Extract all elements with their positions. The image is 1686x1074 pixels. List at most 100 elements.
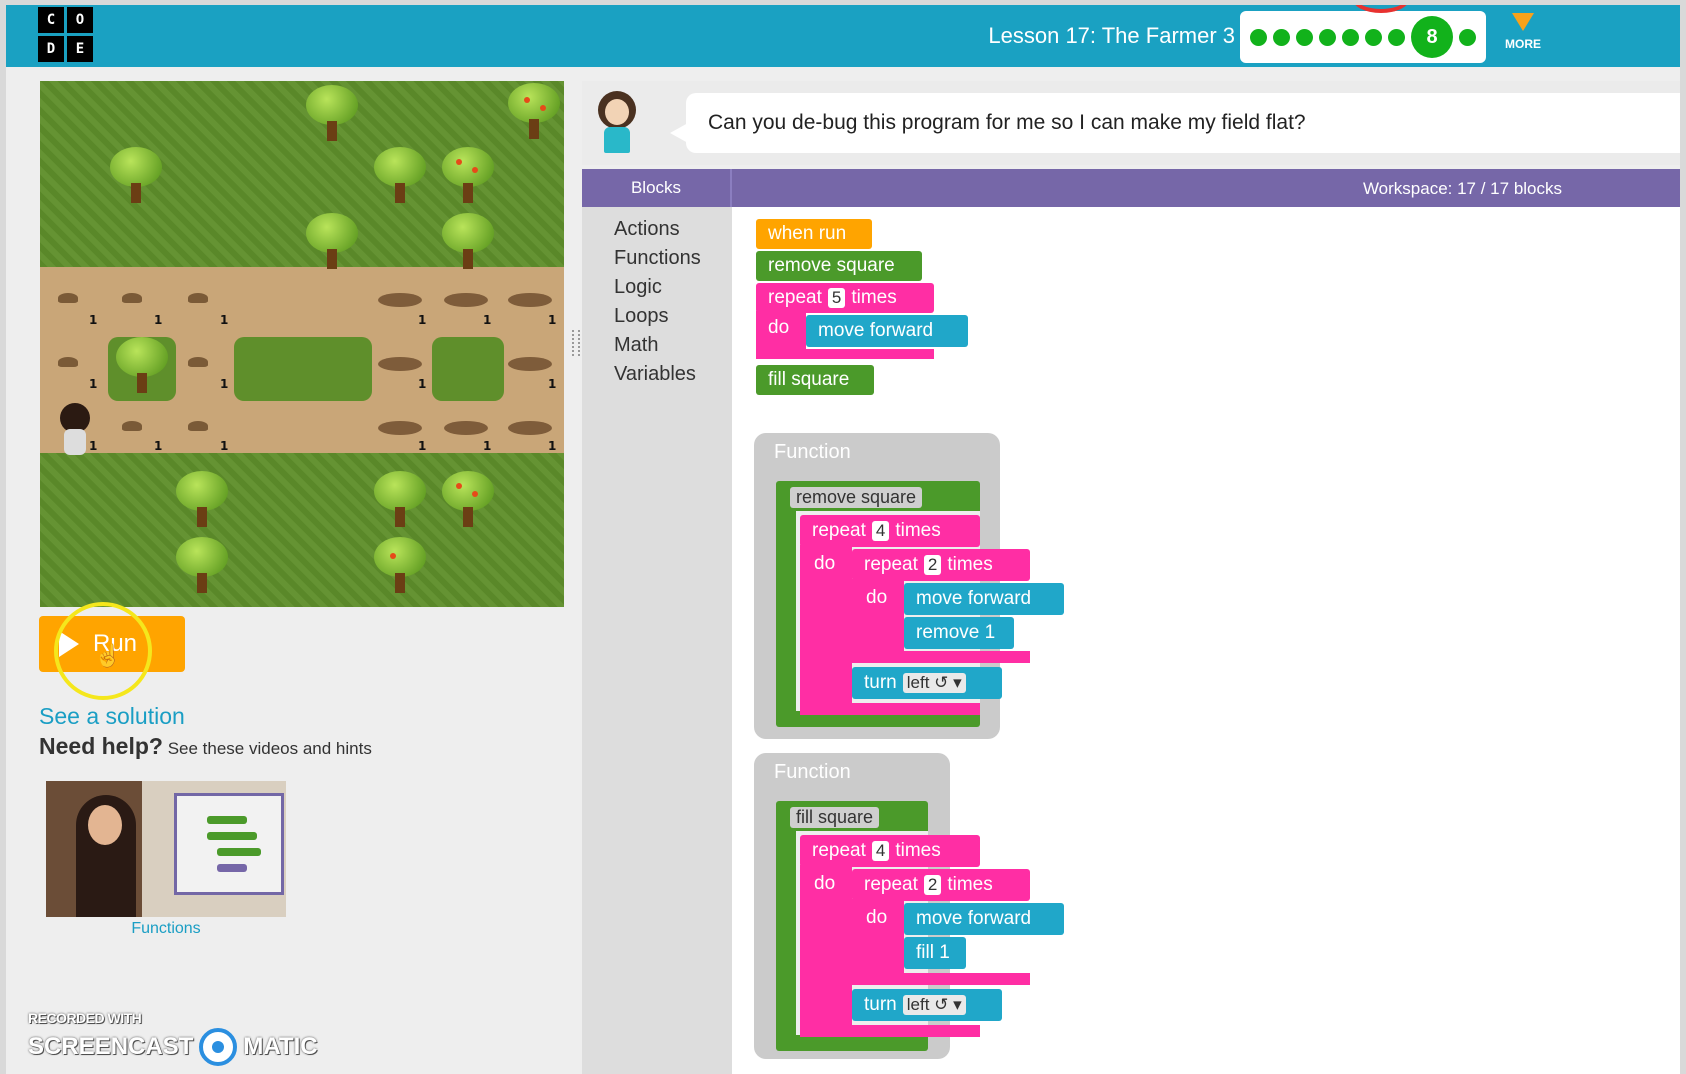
function-name-field[interactable]: remove square (784, 483, 974, 511)
repeat-block[interactable]: repeat 2 times (852, 869, 1030, 901)
dirt-pile (122, 293, 142, 303)
block-workspace[interactable]: when run remove square repeat 5 times do… (732, 207, 1680, 1074)
move-forward-block[interactable]: move forward (904, 583, 1064, 615)
toolbox-category-functions[interactable]: Functions (614, 244, 732, 273)
when-run-block[interactable]: when run (756, 219, 872, 249)
video-label[interactable]: Functions (46, 920, 286, 938)
toolbox-category-loops[interactable]: Loops (614, 302, 732, 331)
toolbox-category-logic[interactable]: Logic (614, 273, 732, 302)
repeat-block[interactable]: repeat 4 times (800, 835, 980, 867)
progress-dot[interactable] (1365, 28, 1382, 46)
tree-icon (172, 471, 232, 531)
tree-icon (112, 337, 172, 397)
maze-canvas: 1 1 1 1 1 1 1 1 1 1 1 1 1 1 1 1 (40, 81, 564, 607)
dirt-hole (378, 421, 422, 435)
blocks-tab[interactable]: Blocks (582, 169, 730, 207)
repeat-count-input[interactable]: 2 (923, 555, 942, 575)
workspace-header: Blocks Workspace: 17 / 17 blocks (582, 169, 1680, 207)
more-label: MORE (1505, 37, 1541, 51)
tree-icon (106, 147, 166, 207)
progress-current-level[interactable]: 8 (1411, 16, 1453, 58)
farmer-avatar (592, 91, 642, 157)
turn-direction-dropdown[interactable]: left ↺ ▾ (902, 673, 966, 693)
toolbox: Actions Functions Logic Loops Math Varia… (582, 207, 732, 1074)
dirt-hole (378, 293, 422, 307)
toolbox-category-variables[interactable]: Variables (614, 360, 732, 389)
repeat-count-input[interactable]: 4 (871, 841, 890, 861)
video-thumbnail[interactable] (46, 781, 286, 917)
cell-value: 1 (548, 439, 557, 453)
repeat-count-input[interactable]: 4 (871, 521, 890, 541)
logo-letter: O (67, 7, 93, 33)
tree-icon (370, 147, 430, 207)
turn-block[interactable]: turn left ↺ ▾ (852, 989, 1002, 1021)
do-label: do (866, 587, 888, 608)
repeat-block[interactable]: repeat 2 times (852, 549, 1030, 581)
call-fill-square-block[interactable]: fill square (756, 365, 874, 395)
tree-icon (504, 83, 564, 143)
dirt-hole (378, 357, 422, 371)
more-arrow-icon (1512, 13, 1534, 31)
video-screen (174, 793, 284, 895)
function-title: Function (774, 441, 851, 463)
progress-dot[interactable] (1459, 28, 1476, 46)
top-header: C O D E Lesson 17: The Farmer 3 8 MORE (6, 5, 1680, 67)
lesson-title: Lesson 17: The Farmer 3 (988, 23, 1235, 48)
call-remove-square-block[interactable]: remove square (756, 251, 922, 281)
tree-icon (438, 213, 498, 273)
do-label: do (768, 317, 790, 338)
dirt-hole (508, 293, 552, 307)
fill-block[interactable]: fill 1 (904, 937, 966, 969)
progress-dot[interactable] (1273, 28, 1290, 46)
progress-dot[interactable] (1388, 28, 1405, 46)
panel-resize-handle[interactable] (572, 330, 580, 356)
progress-dot[interactable] (1250, 28, 1267, 46)
do-label: do (814, 553, 836, 574)
dirt-hole (508, 357, 552, 371)
help-heading: Need help? (39, 733, 163, 759)
help-text: Need help? See these videos and hints (39, 733, 372, 760)
app-frame: C O D E Lesson 17: The Farmer 3 8 MORE 1… (6, 5, 1680, 1074)
toolbox-category-math[interactable]: Math (614, 331, 732, 360)
cell-value: 1 (89, 313, 98, 327)
cell-value: 1 (548, 377, 557, 391)
repeat-count-input[interactable]: 5 (827, 288, 846, 308)
help-description: See these videos and hints (167, 739, 372, 758)
repeat-block[interactable]: repeat 5 times (756, 283, 934, 313)
cell-value: 1 (154, 439, 163, 453)
tree-icon (302, 213, 362, 273)
tree-icon (172, 537, 232, 597)
repeat-block[interactable]: repeat 4 times (800, 515, 980, 547)
turn-block[interactable]: turn left ↺ ▾ (852, 667, 1002, 699)
function-name-field[interactable]: fill square (784, 803, 920, 831)
tree-icon (370, 537, 430, 597)
logo-letter: E (67, 36, 93, 62)
move-forward-block[interactable]: move forward (806, 315, 968, 347)
do-label: do (866, 907, 888, 928)
do-label: do (814, 873, 836, 894)
dirt-hole (444, 421, 488, 435)
tree-icon (370, 471, 430, 531)
repeat-count-input[interactable]: 2 (923, 875, 942, 895)
dirt-pile (188, 357, 208, 367)
cell-value: 1 (220, 377, 229, 391)
cell-value: 1 (154, 313, 163, 327)
dirt-pile (188, 421, 208, 431)
progress-dot[interactable] (1319, 28, 1336, 46)
turn-direction-dropdown[interactable]: left ↺ ▾ (902, 995, 966, 1015)
more-button[interactable]: MORE (1500, 13, 1546, 51)
toolbox-category-actions[interactable]: Actions (614, 215, 732, 244)
progress-dot[interactable] (1296, 28, 1313, 46)
screencast-watermark: RECORDED WITH SCREENCAST MATIC (28, 1010, 318, 1066)
progress-dot[interactable] (1342, 28, 1359, 46)
code-logo[interactable]: C O D E (38, 7, 94, 63)
dirt-hole (508, 421, 552, 435)
see-solution-link[interactable]: See a solution (39, 703, 185, 730)
move-forward-block[interactable]: move forward (904, 903, 1064, 935)
remove-block[interactable]: remove 1 (904, 617, 1014, 649)
cell-value: 1 (418, 313, 427, 327)
lesson-progress: 8 (1240, 11, 1486, 63)
cell-value: 1 (483, 439, 492, 453)
dirt-hole (444, 293, 488, 307)
grass-patch (234, 337, 372, 401)
